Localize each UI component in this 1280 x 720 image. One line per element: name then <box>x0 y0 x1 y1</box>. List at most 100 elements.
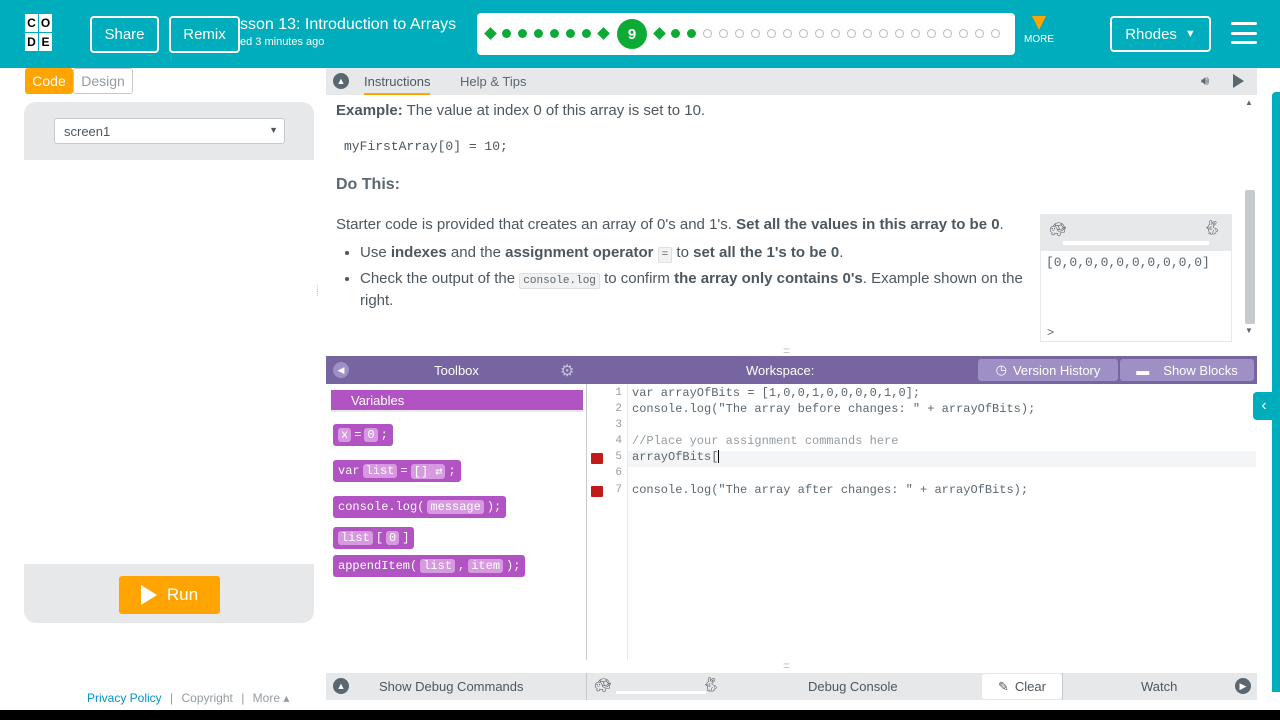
level-bubble[interactable] <box>815 29 824 38</box>
more-label: MORE <box>1024 34 1054 45</box>
level-bubble[interactable] <box>879 29 888 38</box>
level-bubble[interactable] <box>959 29 968 38</box>
level-bubble[interactable] <box>534 29 543 38</box>
level-bubble[interactable] <box>783 29 792 38</box>
level-bubble[interactable] <box>847 29 856 38</box>
do-this-heading: Do This: <box>336 176 400 193</box>
level-bubble[interactable] <box>751 29 760 38</box>
resize-grip[interactable]: ::::: <box>783 661 801 670</box>
gear-icon[interactable]: ⚙ <box>560 361 574 381</box>
copyright-link[interactable]: Copyright <box>182 691 233 705</box>
level-bubble[interactable] <box>863 29 872 38</box>
speaker-icon[interactable]: 🔊︎ <box>1201 73 1209 89</box>
level-bubble[interactable] <box>991 29 1000 38</box>
lesson-saved-status: ed 3 minutes ago <box>240 36 325 48</box>
block-text: var <box>338 464 360 478</box>
logo-letter-c: C <box>25 14 38 32</box>
scroll-up-icon[interactable]: ▲ <box>1245 98 1253 107</box>
code-comment-line[interactable]: //Place your assignment commands here <box>632 434 898 448</box>
speed-slider[interactable]: 🐢︎ 🐇︎ <box>1041 215 1231 251</box>
debug-console-label: Debug Console <box>808 679 898 694</box>
level-bubble[interactable] <box>911 29 920 38</box>
block-array-index[interactable]: list[0] <box>333 527 415 549</box>
level-bubble[interactable] <box>831 29 840 38</box>
line-number: 4 <box>615 435 622 447</box>
level-bubble[interactable] <box>687 29 696 38</box>
level-bubble[interactable] <box>518 29 527 38</box>
code-line[interactable]: var arrayOfBits = [1,0,0,1,0,0,0,0,1,0]; <box>632 386 920 400</box>
instructions-scrollbar[interactable]: ▲ ▼ <box>1243 98 1255 335</box>
breakpoint-marker[interactable] <box>591 453 603 464</box>
play-audio-icon[interactable] <box>1233 74 1244 88</box>
code-text: arrayOfBits[ <box>632 450 719 464</box>
resize-grip[interactable]: ::::: <box>783 346 801 355</box>
collapse-instructions-icon[interactable]: ▲ <box>333 73 349 89</box>
level-bubble[interactable] <box>653 27 666 40</box>
code-line[interactable]: console.log("The array before changes: "… <box>632 402 1035 416</box>
tab-help-tips[interactable]: Help & Tips <box>460 74 526 89</box>
level-bubble[interactable] <box>484 27 497 40</box>
level-bubble[interactable] <box>975 29 984 38</box>
level-bubble[interactable] <box>582 29 591 38</box>
watch-button[interactable]: Watch <box>1141 679 1177 694</box>
screen-selector[interactable]: screen1 ▼ <box>54 118 285 144</box>
logo-letter-o: O <box>39 14 52 32</box>
level-bubble[interactable] <box>719 29 728 38</box>
debug-bar: ▲ Show Debug Commands 🐢︎ 🐇︎ Debug Consol… <box>326 673 1257 700</box>
expand-side-panel-icon[interactable]: ‹ <box>1253 392 1275 420</box>
debug-speed-slider[interactable] <box>616 691 706 694</box>
step-text: . <box>839 244 844 261</box>
lesson-title: sson 13: Introduction to Arrays <box>240 16 457 33</box>
code-line-editing[interactable]: arrayOfBits[ <box>632 450 720 464</box>
level-bubble[interactable] <box>703 29 712 38</box>
level-bubble[interactable] <box>550 29 559 38</box>
expand-watch-icon[interactable]: ▶ <box>1235 678 1251 694</box>
panel-resize-handle[interactable]: ⁞ ⁞ <box>316 285 319 299</box>
category-variables[interactable]: Variables <box>331 390 583 412</box>
example-code: myFirstArray[0] = 10; <box>344 139 508 154</box>
show-blocks-button[interactable]: ▬ Show Blocks <box>1120 359 1254 381</box>
block-append-item[interactable]: appendItem(list, item); <box>333 555 526 577</box>
level-bubble[interactable] <box>566 29 575 38</box>
code-mode-toggle[interactable]: Code <box>25 68 73 94</box>
divider <box>1062 673 1063 700</box>
more-footer-link[interactable]: More ▴ <box>253 691 290 705</box>
run-button[interactable]: Run <box>119 576 220 614</box>
more-levels-button[interactable]: MORE <box>1022 16 1056 45</box>
level-bubble[interactable] <box>895 29 904 38</box>
level-bubble[interactable] <box>927 29 936 38</box>
level-bubble[interactable] <box>671 29 680 38</box>
breakpoint-marker[interactable] <box>591 486 603 497</box>
privacy-policy-link[interactable]: Privacy Policy <box>87 691 162 705</box>
design-mode-toggle[interactable]: Design <box>73 68 133 94</box>
block-console-log[interactable]: console.log(message); <box>333 496 507 518</box>
code-line[interactable]: console.log("The array after changes: " … <box>632 483 1028 497</box>
current-line-highlight <box>628 451 1256 467</box>
level-bubble[interactable] <box>943 29 952 38</box>
speed-track <box>1063 241 1209 245</box>
level-bubble[interactable] <box>767 29 776 38</box>
current-level-bubble[interactable]: 9 <box>617 19 647 49</box>
hamburger-menu-icon[interactable] <box>1231 22 1257 44</box>
scroll-down-icon[interactable]: ▼ <box>1245 326 1253 335</box>
remix-button[interactable]: Remix <box>169 16 240 53</box>
version-history-button[interactable]: ◷ Version History <box>978 359 1118 381</box>
user-menu-button[interactable]: Rhodes ▼ <box>1110 16 1211 52</box>
code-org-logo[interactable]: C O D E <box>25 14 66 52</box>
starter-end: . <box>999 216 1004 233</box>
tab-instructions[interactable]: Instructions <box>364 74 431 95</box>
expand-debug-icon[interactable]: ▲ <box>333 678 349 694</box>
share-button[interactable]: Share <box>90 16 159 53</box>
show-debug-commands-button[interactable]: Show Debug Commands <box>379 679 524 694</box>
scroll-thumb[interactable] <box>1245 190 1255 324</box>
clock-icon: ◷ <box>995 362 1007 377</box>
block-declare-array[interactable]: var list =[] ⇄; <box>333 460 461 482</box>
level-bubble[interactable] <box>597 27 610 40</box>
app-screen[interactable] <box>24 160 314 564</box>
clear-console-button[interactable]: ✎ Clear <box>982 674 1062 699</box>
level-bubble[interactable] <box>502 29 511 38</box>
block-text: , <box>458 559 466 573</box>
level-bubble[interactable] <box>735 29 744 38</box>
block-assign-variable[interactable]: x = 0; <box>333 424 393 446</box>
level-bubble[interactable] <box>799 29 808 38</box>
